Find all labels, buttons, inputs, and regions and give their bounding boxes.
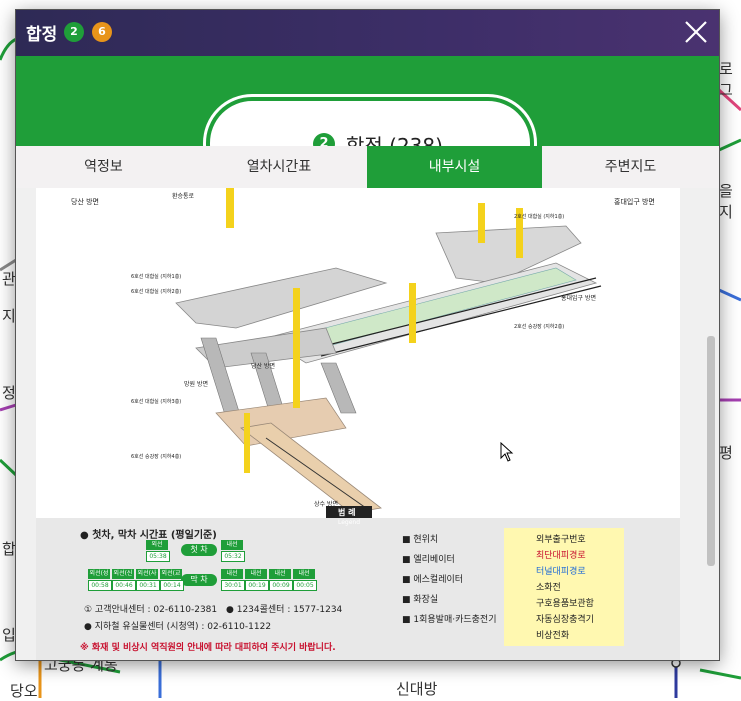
- platform-direction-2: 당산 방면: [251, 362, 275, 370]
- legend-safety-box: 외부출구번호 최단대피경로 터널대피경로 소화전 구호용품보관함 자동심장충격기…: [504, 528, 624, 646]
- level-label-4: 6호선 대합실 (지하2층): [131, 288, 181, 295]
- level-label-6: 6호선 승강장 (지하4층): [131, 453, 181, 460]
- legend-call-center: ● 1234콜센터 : 1577-1234: [226, 605, 343, 615]
- bg-label-right-low: 평: [719, 444, 733, 462]
- last-time-7: 00:09: [269, 580, 293, 591]
- level-label-2: 2호선 승강장 (지하2층): [514, 323, 564, 330]
- last-dir-7: 내선: [269, 569, 291, 579]
- last-time-6: 00:19: [245, 580, 269, 591]
- station-header: 2 합정 (238): [16, 56, 719, 191]
- last-train-label: 막 차: [181, 574, 217, 586]
- legend-lost-found: ● 지하철 유실물센터 (시청역) : 02-6110-1122: [84, 622, 272, 632]
- last-time-3: 00:31: [136, 580, 160, 591]
- first-train-label: 첫 차: [181, 544, 217, 556]
- first-time-2: 05:32: [221, 551, 245, 562]
- facility-content: 당산 방면 홍대입구 방면 환승통로 홍대입구 방면 당산 방면 망원 방면 상…: [16, 188, 719, 660]
- last-time-8: 00:05: [293, 580, 317, 591]
- first-time-1: 05:38: [146, 551, 170, 562]
- bg-label-right-top: 로그: [719, 60, 733, 99]
- transfer-label: 환승통로: [172, 192, 195, 200]
- bg-label-left-1: 관: [2, 270, 16, 288]
- platform-direction-3: 망원 방면: [184, 380, 208, 388]
- tab-facilities[interactable]: 내부시설: [367, 146, 542, 188]
- level-label-5: 6호선 대합실 (지하3층): [131, 398, 181, 405]
- legend-icon-escalator: ■ 에스컬레이터: [402, 575, 464, 585]
- legend-evacuation: 최단대피경로: [536, 551, 586, 561]
- legend-relief: 구호용품보관함: [536, 599, 594, 609]
- legend-panel: Legend ● 첫차, 막차 시간표 (평일기준) 외선 05:38 첫 차 …: [36, 518, 680, 660]
- legend-title: 범 례: [338, 507, 356, 517]
- tab-timetable[interactable]: 열차시간표: [191, 146, 367, 188]
- legend-extinguisher: 소화전: [536, 583, 561, 593]
- first-dir-1: 외선: [146, 540, 168, 550]
- legend-exit-number: 외부출구번호: [536, 535, 586, 545]
- line-2-badge: 2: [64, 22, 84, 42]
- platform-direction-1: 홍대입구 방면: [561, 294, 596, 302]
- legend-aed: 자동심장충격기: [536, 615, 594, 625]
- direction-top-right: 홍대입구 방면: [614, 197, 655, 206]
- last-dir-8: 내선: [293, 569, 315, 579]
- first-dir-2: 내선: [221, 540, 243, 550]
- legend-icon-ticket: ■ 1회용발매·카드충전기: [402, 615, 497, 625]
- last-time-4: 00:14: [160, 580, 184, 591]
- mouse-cursor-icon: [500, 442, 514, 462]
- dialog-title-bar: 합정 2 6: [16, 10, 719, 56]
- legend-emergency-phone: 비상전화: [536, 631, 570, 641]
- bg-label-right-mid: 을지: [719, 182, 733, 221]
- legend-tunnel: 터널대피경로: [536, 567, 586, 577]
- last-dir-5: 내선: [221, 569, 243, 579]
- station-facility-map: 당산 방면 홍대입구 방면 환승통로 홍대입구 방면 당산 방면 망원 방면 상…: [36, 188, 680, 660]
- last-time-1: 00:58: [88, 580, 112, 591]
- direction-top-left: 당산 방면: [71, 197, 99, 206]
- line-6-badge: 6: [92, 22, 112, 42]
- tab-station-info[interactable]: 역정보: [16, 146, 191, 188]
- last-dir-3: 외선(사당): [136, 569, 158, 587]
- legend-icon-restroom: ■ 화장실: [402, 595, 439, 605]
- last-dir-4: 외선(교대): [160, 569, 182, 587]
- legend-notice: ※ 화재 및 비상시 역직원의 안내에 따라 대피하여 주시기 바랍니다.: [80, 643, 336, 653]
- last-time-5: 30:01: [221, 580, 245, 591]
- legend-info-center: ① 고객안내센터 : 02-6110-2381: [84, 605, 218, 615]
- last-dir-6: 내선: [245, 569, 267, 579]
- tab-bar: 역정보 열차시간표 내부시설 주변지도: [16, 146, 719, 189]
- legend-icon-current: ■ 현위치: [402, 535, 439, 545]
- bg-label-left-5: 입: [2, 626, 16, 644]
- station-info-dialog: 합정 2 6 2 합정 (238) 역정보 열차시간표 내부시설 주변지도: [16, 10, 719, 660]
- bg-label-left-4: 합: [2, 540, 16, 558]
- scrollbar-thumb[interactable]: [707, 336, 715, 566]
- bg-label-left-2: 지: [2, 307, 16, 325]
- legend-subtitle: Legend: [338, 519, 361, 526]
- bg-label-left-3: 정: [2, 384, 16, 402]
- legend-timetable-title: ● 첫차, 막차 시간표 (평일기준): [80, 530, 217, 541]
- last-time-2: 00:46: [112, 580, 136, 591]
- content-scrollbar[interactable]: [707, 188, 715, 660]
- tab-nearby-map[interactable]: 주변지도: [542, 146, 719, 188]
- bg-label-bottom-2: 신대방: [396, 680, 438, 698]
- last-dir-1: 외선(성수): [88, 569, 110, 587]
- facility-3d-diagram: 당산 방면 홍대입구 방면 환승통로 홍대입구 방면 당산 방면 망원 방면 상…: [36, 188, 680, 518]
- level-label-1: 2호선 대합실 (지하1층): [514, 213, 564, 220]
- close-icon[interactable]: [683, 19, 709, 45]
- level-label-3: 6호선 대합실 (지하1층): [131, 273, 181, 280]
- legend-icon-elevator: ■ 엘리베이터: [402, 555, 455, 565]
- last-dir-2: 외선(신도림): [112, 569, 134, 587]
- dialog-title: 합정: [26, 25, 58, 45]
